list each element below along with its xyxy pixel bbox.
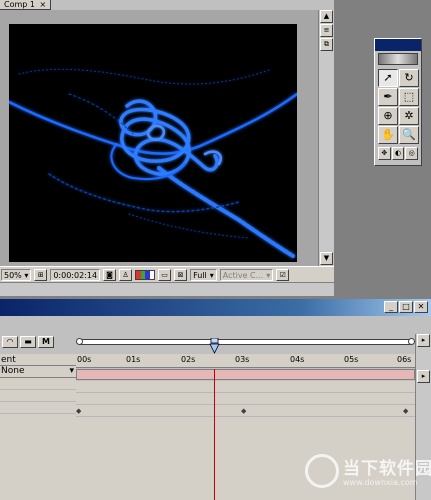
comp-menu-icon[interactable]: ≡ <box>320 24 333 37</box>
orbit-tool-icon[interactable]: ✲ <box>399 107 419 125</box>
scroll-down-icon[interactable]: ▼ <box>320 252 333 265</box>
snapshot-icon[interactable]: ◙ <box>103 268 117 281</box>
work-area-bar[interactable] <box>76 369 415 380</box>
comp-marker-bin-icon[interactable]: ▸ <box>417 370 430 383</box>
ruler-tick: 02s <box>181 355 196 364</box>
close-icon[interactable]: ✕ <box>414 301 428 313</box>
pen-tool-icon[interactable]: ✒ <box>378 88 398 106</box>
layer-outline-panel: ent None ▾ <box>0 354 76 500</box>
track-row <box>76 381 415 393</box>
playhead-line <box>214 369 215 500</box>
chevron-down-icon: ▾ <box>266 270 271 280</box>
zoom-tool-icon[interactable]: 🔍 <box>399 126 419 144</box>
keyframe-icon[interactable]: ◆ <box>76 408 81 415</box>
scroll-right-icon[interactable]: ▸ <box>417 334 430 347</box>
comp-tab-label: Comp 1 <box>4 0 35 9</box>
ruler-tick: 03s <box>235 355 250 364</box>
hand-tool-icon[interactable]: ✋ <box>378 126 398 144</box>
mask-tool-icon[interactable]: ⬚ <box>399 88 419 106</box>
layer-row[interactable] <box>0 390 76 402</box>
tools-preview-strip <box>378 53 418 65</box>
scroll-up-icon[interactable]: ▲ <box>320 10 333 23</box>
track-xy-camera-icon[interactable]: ✥ <box>378 147 391 160</box>
view-value: Active C... <box>222 270 264 280</box>
transparency-grid-icon[interactable]: ⊠ <box>174 268 188 281</box>
current-time-field[interactable]: 0:00:02:14 <box>50 268 101 281</box>
resolution-value: Full <box>193 270 207 280</box>
chevron-down-icon: ▾ <box>69 366 74 376</box>
layer-row[interactable] <box>0 402 76 414</box>
ruler-tick: 00s <box>77 355 92 364</box>
zoom-value: 50% <box>4 270 22 280</box>
chevron-down-icon: ▾ <box>209 270 214 280</box>
time-navigator-track <box>78 339 413 345</box>
track-z-camera-icon[interactable]: ◐ <box>391 147 405 160</box>
zoom-menu[interactable]: 50% ▾ <box>1 268 32 281</box>
pan-behind-tool-icon[interactable]: ⊕ <box>378 107 398 125</box>
time-navigator[interactable] <box>76 336 415 348</box>
timeline-switches-toolbar: ◠ ▬ M <box>0 335 76 349</box>
tools-palette: ➚ ↻ ✒ ⬚ ⊕ ✲ ✋ 🔍 ✥ ◐ ◎ <box>374 38 422 166</box>
frame-blending-icon[interactable]: ▬ <box>20 336 36 348</box>
flowchart-icon[interactable]: ⧉ <box>320 38 333 51</box>
navigator-start-handle[interactable] <box>76 338 83 345</box>
resolution-select[interactable]: Full ▾ <box>190 268 217 281</box>
navigator-end-handle[interactable] <box>408 338 415 345</box>
show-channel-icon[interactable] <box>135 269 156 280</box>
mode-value: None <box>1 366 25 376</box>
track-matte-select[interactable]: None ▾ <box>0 366 76 377</box>
comp-tab[interactable]: Comp 1 × <box>0 0 52 10</box>
selection-tool-icon[interactable]: ➚ <box>378 69 398 87</box>
ruler-tick: 01s <box>126 355 141 364</box>
tools-titlebar[interactable] <box>375 39 421 51</box>
timeline-titlebar[interactable]: _ □ ✕ <box>0 299 431 316</box>
track-row: ◆ ◆ ◆ <box>76 405 415 417</box>
comp-vertical-scrollbar[interactable]: ▲ ≡ ⧉ ▼ <box>318 10 334 266</box>
motion-blur-icon[interactable]: M <box>38 336 54 348</box>
rotation-tool-icon[interactable]: ↻ <box>399 69 419 87</box>
timecode-value: 0:00:02:14 <box>53 270 98 280</box>
light-trail-render <box>9 68 297 258</box>
keyframe-icon[interactable]: ◆ <box>241 408 246 415</box>
current-time-indicator-icon[interactable] <box>209 338 220 354</box>
comp-viewer-controls: 50% ▾ ⊞ 0:00:02:14 ◙ ♙ ▭ ⊠ Full ▾ Active … <box>0 266 334 282</box>
active-camera-select[interactable]: Active C... ▾ <box>219 268 274 281</box>
composition-window: Comp 1 × ▲ ≡ ⧉ ▼ 50% ▾ ⊞ 0:00:02:14 ◙ ♙ … <box>0 0 334 296</box>
watermark-url: www.downxia.com <box>343 478 418 487</box>
ruler-tick: 06s <box>397 355 412 364</box>
track-row <box>76 393 415 405</box>
minimize-icon[interactable]: _ <box>384 301 398 313</box>
ruler-tick: 05s <box>344 355 359 364</box>
layer-column-header: ent <box>0 354 76 366</box>
maximize-icon[interactable]: □ <box>399 301 413 313</box>
shy-layers-icon[interactable]: ◠ <box>2 336 18 348</box>
orbit-camera-icon[interactable]: ◎ <box>405 147 419 160</box>
comp-canvas-area <box>0 10 318 266</box>
safe-zones-icon[interactable]: ⊞ <box>34 268 48 281</box>
show-snapshot-icon[interactable]: ♙ <box>119 268 133 281</box>
ruler-tick: 04s <box>290 355 305 364</box>
keyframe-icon[interactable]: ◆ <box>403 408 408 415</box>
comp-horizontal-scrollbar[interactable] <box>0 282 334 296</box>
watermark-logo-icon <box>305 454 339 488</box>
close-icon[interactable]: × <box>40 0 47 9</box>
time-ruler[interactable]: 00s 01s 02s 03s 04s 05s 06s <box>76 354 415 368</box>
site-watermark: 当下软件园 www.downxia.com <box>305 452 431 492</box>
comp-viewer[interactable] <box>9 24 297 262</box>
region-of-interest-icon[interactable]: ▭ <box>158 268 172 281</box>
watermark-title: 当下软件园 <box>343 459 431 479</box>
menu-icon[interactable]: ☑ <box>276 268 290 281</box>
layer-row[interactable] <box>0 378 76 390</box>
